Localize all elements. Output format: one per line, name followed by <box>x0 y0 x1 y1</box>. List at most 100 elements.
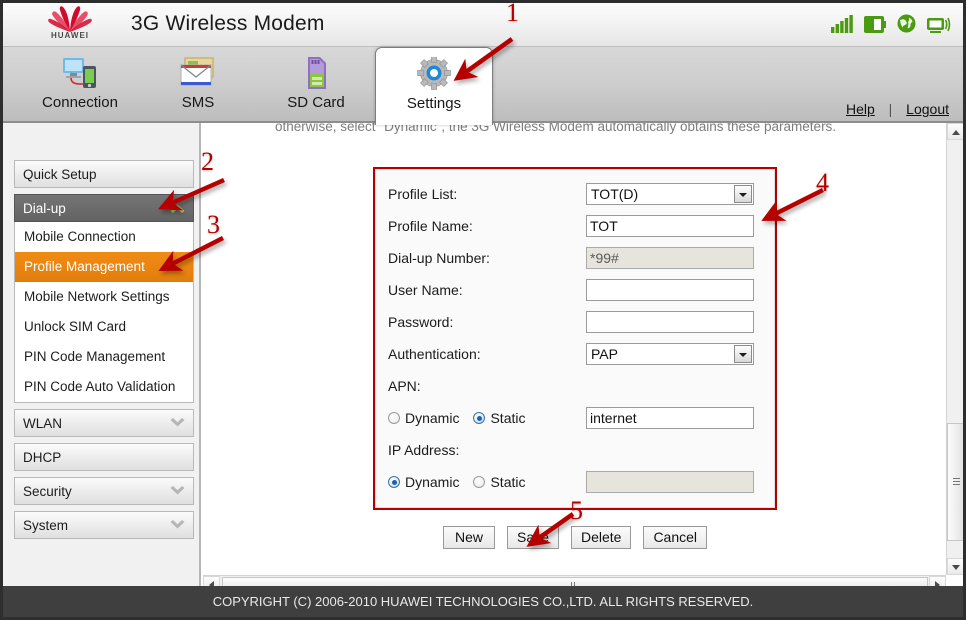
sd-card-icon <box>257 53 375 93</box>
sidebar-item-mobile-connection[interactable]: Mobile Connection <box>15 222 193 252</box>
sidebar-item-quick-setup-label: Quick Setup <box>23 167 97 182</box>
form-button-bar: New Save Delete Cancel <box>375 526 775 549</box>
user-name-input[interactable] <box>586 279 754 301</box>
apn-dynamic-label: Dynamic <box>405 410 460 426</box>
sidebar-item-pin-code-management[interactable]: PIN Code Management <box>15 342 193 372</box>
profile-list-label: Profile List: <box>388 186 458 202</box>
sidebar-item-dhcp-label: DHCP <box>23 450 62 465</box>
tab-sd-card[interactable]: SD Card <box>257 47 375 123</box>
ip-static-radio[interactable]: Static <box>473 474 525 490</box>
chevron-up-icon <box>170 204 185 213</box>
sms-envelope-icon <box>139 53 257 93</box>
form-row-ip-address-mode: Dynamic Static <box>388 466 766 498</box>
sidebar-item-security[interactable]: Security <box>14 477 194 505</box>
tab-sms-label: SMS <box>181 94 215 111</box>
radio-selected-icon <box>473 412 486 424</box>
scroll-down-arrow-icon[interactable] <box>947 558 963 575</box>
user-name-label: User Name: <box>388 282 463 298</box>
authentication-label: Authentication: <box>388 346 481 362</box>
footer-copyright: COPYRIGHT (C) 2006-2010 HUAWEI TECHNOLOG… <box>3 586 963 617</box>
sidebar-item-unlock-sim-card[interactable]: Unlock SIM Card <box>15 312 193 342</box>
profile-name-input[interactable] <box>586 215 754 237</box>
sidebar-group-dial-up: Dial-up Mobile Connection Profile Manage… <box>14 194 194 403</box>
tab-sms[interactable]: SMS <box>139 47 257 123</box>
tab-connection[interactable]: Connection <box>21 47 139 123</box>
form-row-profile-name: Profile Name: <box>388 210 766 242</box>
sidebar-group-dhcp: DHCP <box>14 443 194 471</box>
chevron-down-icon <box>170 418 185 427</box>
sidebar-item-system-label: System <box>23 518 69 533</box>
radio-icon <box>388 412 400 424</box>
tab-connection-label: Connection <box>42 94 118 111</box>
profile-list-select[interactable]: TOT(D) <box>586 183 754 205</box>
gear-icon <box>376 54 492 94</box>
sidebar-item-wlan-label: WLAN <box>23 416 63 431</box>
sidebar-item-system[interactable]: System <box>14 511 194 539</box>
connection-status-icon <box>927 17 951 33</box>
sidebar-item-quick-setup[interactable]: Quick Setup <box>14 160 194 188</box>
dialup-number-label: Dial-up Number: <box>388 250 490 266</box>
page-title: 3G Wireless Modem <box>131 12 325 35</box>
sidebar-item-profile-management[interactable]: Profile Management <box>15 252 193 282</box>
help-link[interactable]: Help <box>846 101 875 117</box>
network-globe-icon <box>897 14 916 33</box>
tab-sd-card-label: SD Card <box>287 94 345 111</box>
vertical-scroll-thumb[interactable] <box>947 423 963 541</box>
sidebar-item-mobile-network-settings[interactable]: Mobile Network Settings <box>15 282 193 312</box>
tab-settings-label: Settings <box>406 95 462 112</box>
new-button[interactable]: New <box>442 526 495 549</box>
chevron-down-icon[interactable] <box>734 345 752 363</box>
annotation-number-2: 2 <box>201 147 214 176</box>
dialup-number-input <box>586 247 754 269</box>
chevron-down-icon <box>170 486 185 495</box>
scroll-up-arrow-icon[interactable] <box>947 123 963 140</box>
annotation-number-5: 5 <box>570 496 583 525</box>
sidebar-item-mobile-connection-label: Mobile Connection <box>24 229 136 244</box>
huawei-flower-icon <box>48 6 92 32</box>
annotation-number-3: 3 <box>207 210 220 239</box>
sidebar-item-pin-code-auto-validation[interactable]: PIN Code Auto Validation <box>15 372 193 402</box>
sidebar-item-dial-up[interactable]: Dial-up <box>14 194 194 222</box>
save-button[interactable]: Save <box>506 526 559 549</box>
content-vertical-scrollbar[interactable] <box>946 123 963 575</box>
sidebar-group-wlan: WLAN <box>14 409 194 437</box>
password-input[interactable] <box>586 311 754 333</box>
ip-dynamic-radio[interactable]: Dynamic <box>388 474 459 490</box>
apn-value-input[interactable] <box>586 407 754 429</box>
browser-page: HUAWEI 3G Wireless Modem Connection SMS … <box>0 0 966 620</box>
sidebar-item-mobile-network-settings-label: Mobile Network Settings <box>24 289 170 304</box>
radio-selected-icon <box>388 476 400 488</box>
form-row-dialup-number: Dial-up Number: <box>388 242 766 274</box>
ip-address-input <box>586 471 754 493</box>
content-pane: otherwise, select "Dynamic", the 3G Wire… <box>203 123 963 593</box>
chevron-down-icon[interactable] <box>734 185 752 203</box>
link-separator: | <box>888 101 893 117</box>
tab-settings[interactable]: Settings <box>375 47 493 125</box>
logout-link[interactable]: Logout <box>906 101 949 117</box>
ip-static-label: Static <box>490 474 526 490</box>
ip-address-label: IP Address: <box>388 442 460 458</box>
signal-strength-icon <box>831 15 853 33</box>
cancel-button[interactable]: Cancel <box>643 526 708 549</box>
brand-text: HUAWEI <box>51 31 89 40</box>
apn-static-radio[interactable]: Static <box>473 410 525 426</box>
battery-icon <box>864 16 886 33</box>
status-icon-group <box>831 14 951 33</box>
sidebar-group-quick-setup: Quick Setup <box>14 160 194 188</box>
form-row-user-name: User Name: <box>388 274 766 306</box>
authentication-select[interactable]: PAP <box>586 343 754 365</box>
sidebar: Quick Setup Dial-up Mobile Connection Pr… <box>3 123 201 593</box>
authentication-value: PAP <box>591 346 618 362</box>
sidebar-item-pin-code-management-label: PIN Code Management <box>24 349 166 364</box>
sidebar-item-wlan[interactable]: WLAN <box>14 409 194 437</box>
delete-button[interactable]: Delete <box>570 526 632 549</box>
sidebar-item-unlock-sim-card-label: Unlock SIM Card <box>24 319 127 334</box>
sidebar-item-dhcp[interactable]: DHCP <box>14 443 194 471</box>
apn-dynamic-radio[interactable]: Dynamic <box>388 410 459 426</box>
profile-form-panel: Profile List: TOT(D) Profile Name: TOT D… <box>375 169 775 508</box>
profile-name-label: Profile Name: <box>388 218 473 234</box>
radio-icon <box>473 476 486 488</box>
form-row-authentication: Authentication: PAP <box>388 338 766 370</box>
ip-dynamic-label: Dynamic <box>405 474 460 490</box>
sidebar-group-security: Security <box>14 477 194 505</box>
